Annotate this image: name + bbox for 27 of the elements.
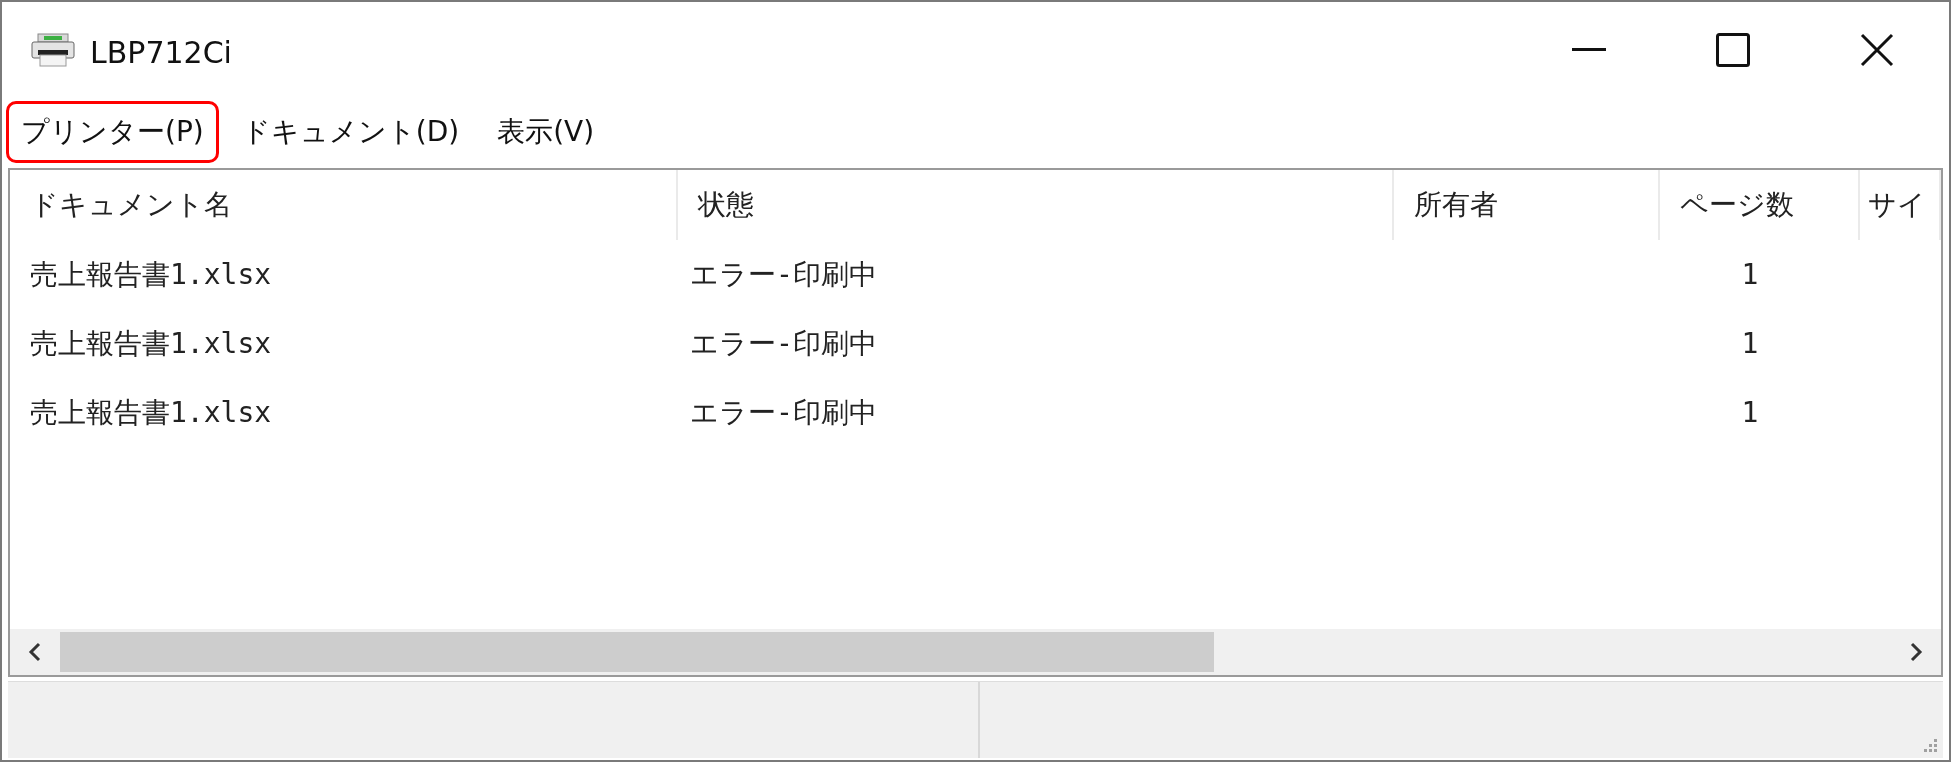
minimize-icon	[1572, 48, 1606, 52]
column-header[interactable]: 所有者	[1394, 170, 1660, 240]
chevron-right-icon	[1909, 642, 1923, 662]
menu-item[interactable]: プリンター(P)	[6, 101, 219, 163]
window-title: LBP712Ci	[90, 34, 232, 70]
table-cell-text: 1	[1741, 327, 1760, 360]
chevron-left-icon	[28, 642, 42, 662]
column-header[interactable]: 状態	[678, 170, 1394, 240]
table-cell-text: エラー-印刷中	[689, 256, 877, 293]
close-icon	[1860, 33, 1894, 67]
maximize-icon	[1716, 33, 1750, 67]
menu-item[interactable]: ドキュメント(D)	[226, 101, 475, 163]
menu-item[interactable]: 表示(V)	[482, 101, 610, 163]
resize-grip-icon[interactable]	[1921, 736, 1939, 754]
table-cell-text: エラー-印刷中	[689, 394, 877, 431]
printer-icon	[30, 32, 76, 68]
table-cell-text: 1	[1741, 396, 1760, 429]
table-cell-text: エラー-印刷中	[689, 325, 877, 362]
table-cell-text: 売上報告書1.xlsx	[29, 394, 272, 431]
column-header[interactable]: サイ	[1860, 170, 1941, 240]
column-header[interactable]: ページ数	[1660, 170, 1860, 240]
scroll-thumb[interactable]	[60, 632, 1214, 672]
horizontal-scrollbar[interactable]	[10, 629, 1941, 675]
table-cell-text: 1	[1741, 258, 1760, 291]
column-header[interactable]: ドキュメント名	[10, 170, 678, 240]
table-cell-text: 売上報告書1.xlsx	[29, 325, 272, 362]
table-cell-text: 売上報告書1.xlsx	[29, 256, 272, 293]
